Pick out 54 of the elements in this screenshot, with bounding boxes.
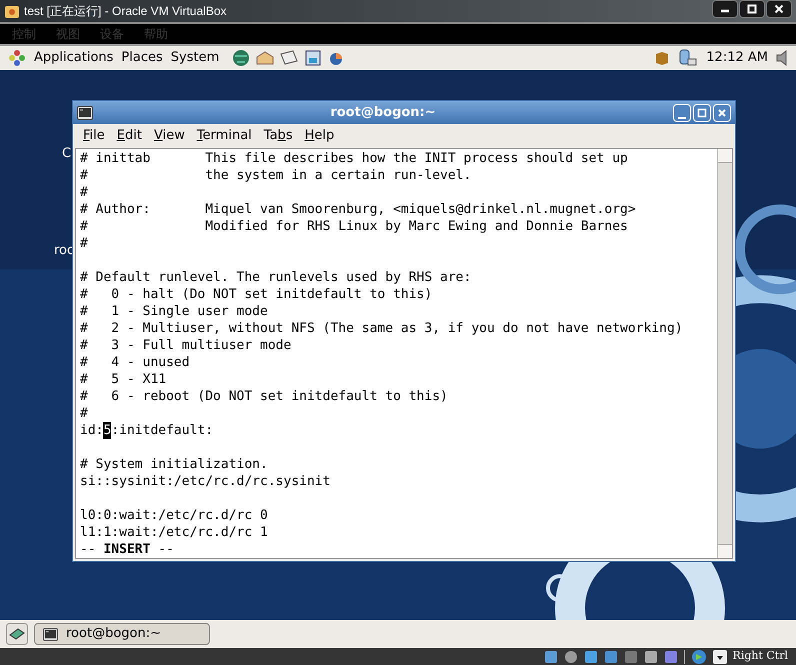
taskbar-button[interactable]: root@bogon:~ (34, 623, 210, 645)
terminal-line: :initdefault: (111, 422, 214, 439)
menu-item[interactable]: Help (304, 126, 334, 146)
desktop-icon-label[interactable]: C (62, 144, 72, 164)
terminal-line: # System initialization. (80, 457, 268, 472)
virtualbox-icon (4, 3, 20, 19)
text-cursor: 5 (103, 422, 112, 439)
arrow-down-icon[interactable] (712, 650, 727, 664)
terminal-line: # 4 - unused (80, 355, 190, 370)
terminal-line: -- INSERT -- (80, 542, 174, 557)
maximize-icon (697, 108, 707, 118)
host-key-label: Right Ctrl (732, 648, 788, 664)
terminal-line: # 5 - X11 (80, 372, 166, 387)
terminal-line: si::sysinit:/etc/rc.d/rc.sysinit (80, 474, 330, 489)
flower-icon (8, 49, 26, 67)
speaker-icon[interactable] (776, 50, 788, 66)
terminal-line: # (80, 406, 88, 421)
panel-menu[interactable]: Places (121, 48, 163, 68)
menu-item[interactable]: Edit (116, 126, 142, 146)
globe-icon[interactable] (231, 48, 252, 68)
terminal-line: l0:0:wait:/etc/rc.d/rc 0 (80, 508, 268, 523)
terminal-line: # Default runlevel. The runlevels used by RHS are: (80, 270, 472, 285)
terminal-line: # 6 - reboot (Do NOT set initdefault to this) (80, 389, 448, 404)
menu-item[interactable]: View (154, 126, 185, 146)
minimize-icon (677, 116, 687, 118)
panel-menu[interactable]: Applications (34, 48, 114, 68)
close-icon (717, 108, 727, 118)
terminal-line: l1:1:wait:/etc/rc.d/rc 1 (80, 525, 268, 540)
menu-item[interactable]: File (83, 126, 105, 146)
maximize-icon (747, 4, 757, 14)
terminal-line: # 1 - Single user mode (80, 304, 268, 319)
terminal-line: # the system in a certain run-level. (80, 168, 472, 183)
minimize-button[interactable] (712, 0, 738, 18)
close-button[interactable] (766, 0, 792, 18)
scrollbar[interactable] (717, 149, 732, 558)
terminal-line: # 3 - Full multiuser mode (80, 338, 292, 353)
terminal-line: id: (80, 422, 104, 439)
terminal-icon (43, 628, 58, 640)
terminal-line: # (80, 185, 88, 200)
terminal-line: # Author: Miquel van Smoorenburg, <miquels@drinkel.nl.mugnet.org> (80, 202, 636, 217)
terminal-line: # inittab This file describes how the INIT process should set up (80, 151, 628, 166)
terminal-line: # 2 - Multiuser, without NFS (The same as 3, if you do not have networking) (80, 321, 683, 336)
terminal-line: # 0 - halt (Do NOT set initdefault to this) (80, 287, 432, 302)
panel-menu[interactable]: System (170, 48, 220, 68)
maximize-button[interactable] (739, 0, 765, 18)
window-title: test [正在运行] - Oracle VM VirtualBox (24, 3, 226, 20)
terminal-icon (77, 106, 93, 120)
clock[interactable]: 12:12 AM (706, 48, 768, 68)
terminal-line: # (80, 236, 88, 251)
menu-item[interactable]: Tabs (264, 126, 293, 146)
window-title: root@bogon:~ (329, 104, 437, 122)
terminal-line: # Modified for RHS Linux by Marc Ewing and Donnie Barnes (80, 219, 628, 234)
menu-item[interactable]: Terminal (196, 126, 252, 146)
close-icon (774, 4, 784, 14)
